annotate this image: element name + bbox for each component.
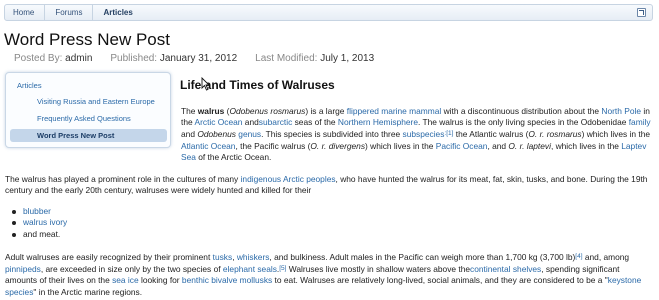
text-run: Odobenus: [197, 129, 236, 140]
text-run: and, among: [582, 252, 630, 262]
page-title: Word Press New Post: [4, 30, 170, 49]
text-run: . The walrus is the only living species …: [417, 117, 629, 128]
inline-link[interactable]: genus: [238, 129, 261, 139]
text-run: O. r. laptevi: [508, 140, 551, 151]
text-run: ) which lives in the: [581, 129, 651, 140]
text-run: O. r. rosmarus: [528, 129, 582, 140]
text-run: Walruses live mostly in shallow waters a…: [286, 264, 471, 275]
list-item: walrus ivory: [10, 217, 67, 228]
inline-link[interactable]: benthic bivalve mollusks: [182, 275, 272, 285]
inline-link[interactable]: North Pole: [601, 106, 641, 116]
breadcrumb: Home Forums Articles: [4, 4, 653, 21]
sidebar-item-visiting-russia[interactable]: Visiting Russia and Eastern Europe: [10, 95, 167, 108]
text-run: and: [181, 129, 198, 140]
expand-icon[interactable]: [637, 8, 646, 17]
published-label: Published:: [110, 53, 158, 64]
text-run: to eat. Walruses are relatively long-liv…: [272, 275, 608, 286]
inline-link[interactable]: Pacific Ocean: [436, 141, 488, 151]
text-run: The walrus has played a prominent role i…: [5, 174, 241, 184]
inline-link[interactable]: elephant seals: [223, 264, 277, 274]
text-run: of the Arctic Ocean.: [195, 151, 272, 162]
list-item-text[interactable]: blubber: [23, 206, 51, 216]
text-run: , which lives in the: [550, 140, 622, 151]
text-run: with a discontinuous distribution about …: [441, 106, 602, 116]
list-item-text[interactable]: walrus ivory: [23, 217, 67, 227]
text-run: . This species is subdivided into three: [261, 129, 403, 140]
article-paragraph-3: Adult walruses are easily recognized by …: [5, 251, 653, 298]
inline-link[interactable]: sea ice: [112, 275, 139, 285]
text-run: , the Pacific walrus (: [235, 140, 311, 151]
text-run: O. r. divergens: [310, 140, 366, 151]
inline-link[interactable]: tusks: [213, 252, 233, 262]
mouse-cursor-icon: [201, 77, 210, 91]
text-run: ) which lives in the: [365, 140, 436, 151]
list-item: and meat.: [10, 229, 67, 240]
inline-link[interactable]: continental shelves: [470, 264, 541, 274]
inline-link[interactable]: [4]: [575, 253, 582, 260]
text-run: Adult walruses are easily recognized by …: [5, 252, 213, 262]
breadcrumb-home[interactable]: Home: [5, 5, 46, 20]
text-run: and: [242, 117, 259, 128]
inline-link[interactable]: Northern Hemisphere: [338, 117, 418, 127]
text-run: seas of the: [292, 117, 338, 128]
published-date: January 31, 2012: [159, 53, 238, 64]
breadcrumb-articles[interactable]: Articles: [93, 5, 142, 20]
text-run: walrus: [197, 106, 225, 116]
sidebar-item-faq[interactable]: Frequently Asked Questions: [10, 112, 167, 125]
inline-link[interactable]: Atlantic Ocean: [181, 141, 235, 151]
inline-link[interactable]: whiskers: [237, 252, 270, 262]
article-list: blubber walrus ivory and meat.: [10, 206, 67, 240]
inline-link[interactable]: pinnipeds: [5, 264, 41, 274]
inline-link[interactable]: family: [629, 117, 651, 127]
text-run: , and bulkiness. Adult males in the Paci…: [269, 252, 576, 262]
inline-link[interactable]: subspecies: [403, 129, 445, 139]
text-run: The: [181, 106, 198, 116]
modified-label: Last Modified:: [255, 53, 318, 64]
article-paragraph-1: The walrus (Odobenus rosmarus) is a larg…: [181, 106, 653, 163]
inline-link[interactable]: indigenous Arctic peoples: [241, 174, 336, 184]
text-run: , and: [487, 140, 509, 151]
text-run: looking for: [138, 275, 182, 286]
post-meta: Posted By: admin Published: January 31, …: [14, 53, 386, 64]
author: admin: [65, 53, 93, 64]
inline-link[interactable]: subarctic: [259, 117, 293, 127]
text-run: , are exceeded in size only by the two s…: [40, 264, 223, 275]
article-paragraph-2: The walrus has played a prominent role i…: [5, 174, 653, 196]
inline-link[interactable]: Arctic Ocean: [195, 117, 243, 127]
list-item: blubber: [10, 206, 67, 217]
inline-link[interactable]: flippered marine mammal: [347, 106, 442, 116]
text-run: the Atlantic walrus (: [453, 129, 529, 140]
list-item-text: and meat.: [23, 228, 61, 239]
posted-by-label: Posted By:: [14, 53, 63, 64]
text-run: Odobenus rosmarus: [229, 106, 306, 116]
articles-sidebar: Articles Visiting Russia and Eastern Eur…: [5, 72, 171, 148]
text-run: ) is a large: [305, 106, 347, 116]
text-run: " in the Arctic marine regions.: [33, 286, 143, 297]
modified-date: July 1, 2013: [320, 53, 375, 64]
breadcrumb-forums[interactable]: Forums: [45, 5, 94, 20]
sidebar-heading-articles[interactable]: Articles: [17, 81, 42, 90]
sidebar-item-word-press-new-post[interactable]: Word Press New Post: [10, 129, 167, 142]
